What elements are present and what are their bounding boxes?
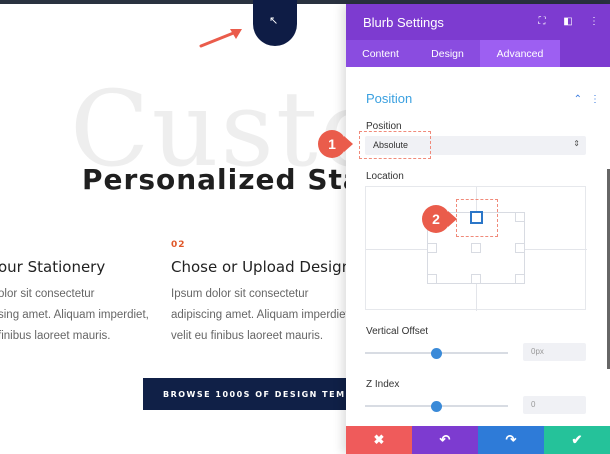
location-cell-top-center-selected[interactable] [470, 211, 483, 224]
location-cell-bottom-center[interactable] [471, 274, 481, 284]
location-cell-center-left[interactable] [427, 243, 437, 253]
tab-design[interactable]: Design [415, 40, 480, 67]
highlight-outline-position [359, 131, 431, 159]
section-more-icon[interactable]: ⋮ [590, 94, 600, 105]
location-cell-top-right[interactable] [515, 212, 525, 222]
vertical-offset-label: Vertical Offset [366, 326, 429, 337]
blurb-settings-panel: Blurb Settings ⛶ ◧ ⋮ Content Design Adva… [346, 4, 610, 454]
column-2-text-line: adipiscing amet. Aliquam imperdiet, [171, 309, 352, 321]
tab-advanced[interactable]: Advanced [480, 40, 560, 67]
location-label: Location [366, 171, 404, 182]
vertical-offset-slider-handle[interactable] [431, 348, 442, 359]
section-heading: Personalized Stat [82, 163, 378, 196]
page-canvas: Custo Personalized Stat our Stationery o… [0, 0, 610, 454]
redo-button[interactable]: ↷ [478, 426, 544, 454]
panel-footer: ✖ ↶ ↷ ✔ [346, 426, 610, 454]
z-index-slider-handle[interactable] [431, 401, 442, 412]
panel-title: Blurb Settings [363, 15, 444, 30]
location-picker[interactable] [365, 186, 587, 311]
move-arrow-icon: ↖ [269, 15, 279, 27]
column-1-title: our Stationery [0, 258, 106, 276]
save-button[interactable]: ✔ [544, 426, 610, 454]
column-1-text-line: sing amet. Aliquam imperdiet, [0, 309, 149, 321]
tab-content[interactable]: Content [346, 40, 415, 67]
browse-templates-button[interactable]: BROWSE 1000S OF DESIGN TEMPLA [143, 378, 363, 410]
column-1-text-line: olor sit consectetur [0, 288, 95, 300]
expand-icon[interactable]: ⛶ [536, 15, 548, 29]
column-1-text-line: finibus laoreet mauris. [0, 330, 111, 342]
step-number: 02 [171, 240, 186, 250]
collapse-caret-icon[interactable]: ⌃ [574, 94, 582, 105]
split-view-icon[interactable]: ◧ [562, 15, 574, 29]
annotation-badge-2: 2 [422, 205, 450, 233]
column-2-title: Chose or Upload Design [171, 258, 352, 276]
annotation-arrow-icon [199, 29, 242, 48]
location-cell-center[interactable] [471, 243, 481, 253]
column-2-text-line: velit eu finibus laoreet mauris. [171, 330, 324, 342]
location-cell-center-right[interactable] [515, 243, 525, 253]
discard-button[interactable]: ✖ [346, 426, 412, 454]
position-section-title[interactable]: Position [366, 91, 412, 106]
annotation-badge-1: 1 [318, 130, 346, 158]
undo-button[interactable]: ↶ [412, 426, 478, 454]
location-cell-bottom-right[interactable] [515, 274, 525, 284]
more-menu-icon[interactable]: ⋮ [588, 15, 600, 29]
panel-tabs: Content Design Advanced [346, 40, 610, 67]
vertical-offset-input[interactable]: 0px [523, 343, 586, 361]
module-drag-handle[interactable]: ↖ [253, 0, 297, 46]
select-caret-icon: ⇕ [573, 139, 580, 148]
z-index-input[interactable]: 0 [523, 396, 586, 414]
z-index-label: Z Index [366, 379, 400, 390]
panel-header: Blurb Settings ⛶ ◧ ⋮ [346, 4, 610, 40]
column-2-text-line: Ipsum dolor sit consectetur [171, 288, 309, 300]
location-cell-bottom-left[interactable] [427, 274, 437, 284]
